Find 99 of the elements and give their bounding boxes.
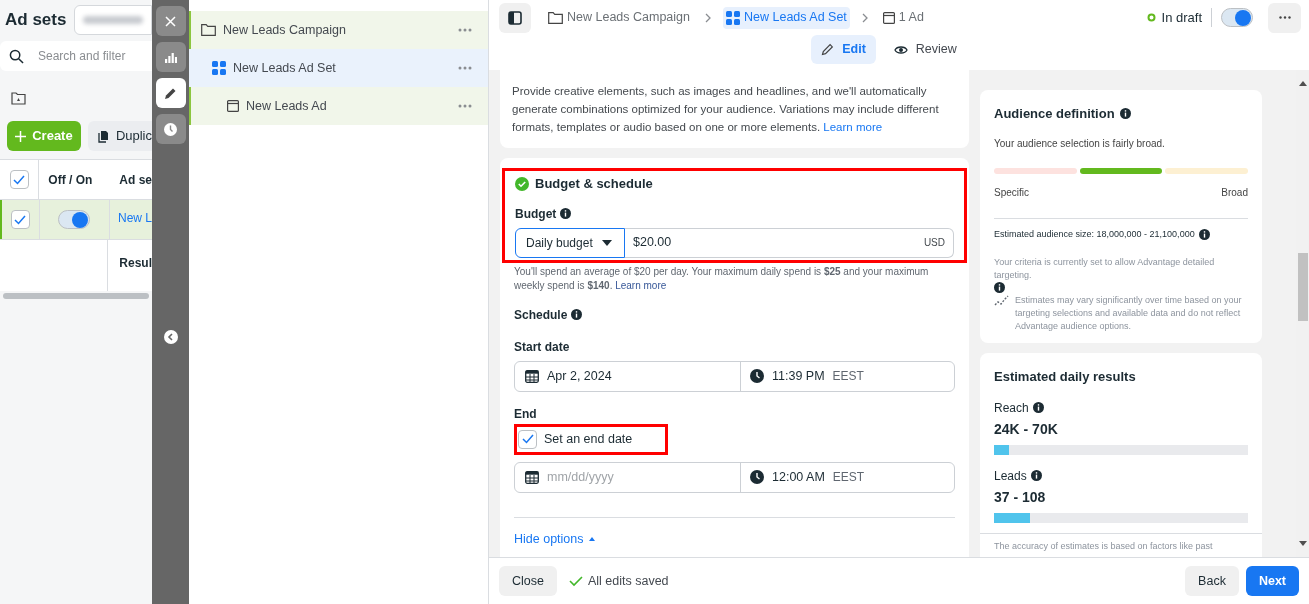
ad-set-link[interactable]: New L bbox=[118, 211, 152, 225]
field-label: Start date bbox=[514, 338, 571, 356]
column-header: Ad se bbox=[119, 171, 152, 189]
card-title: Estimated daily results bbox=[994, 368, 1137, 386]
grid-icon bbox=[212, 61, 226, 75]
toggle-switch[interactable] bbox=[58, 210, 91, 229]
more-icon[interactable] bbox=[458, 28, 472, 32]
metric-label: Reach bbox=[994, 399, 1029, 417]
close-icon bbox=[165, 15, 176, 27]
audience-size: Estimated audience size: 18,000,000 - 21,100,000 bbox=[994, 227, 1195, 241]
trend-icon bbox=[994, 295, 1009, 307]
check-icon bbox=[14, 214, 27, 225]
check-icon bbox=[568, 575, 583, 587]
breadcrumb[interactable]: New Leads Ad Set bbox=[723, 6, 850, 29]
copy-icon bbox=[96, 129, 110, 143]
tree-item[interactable]: New Leads Ad bbox=[189, 87, 488, 125]
column-header: Off / On bbox=[48, 171, 93, 189]
accuracy-note: The accuracy of estimates is based on factors like past bbox=[994, 539, 1214, 553]
ad-icon bbox=[227, 100, 239, 112]
search-field[interactable]: Search and filter bbox=[0, 41, 152, 71]
field-label: End bbox=[514, 405, 538, 423]
checkbox[interactable] bbox=[9, 170, 29, 189]
breadcrumb[interactable]: 1 Ad bbox=[879, 6, 927, 29]
close-button[interactable]: Close bbox=[499, 566, 557, 596]
back-button[interactable]: Back bbox=[1185, 566, 1239, 596]
budget-note: You'll spend an average of $20 per day. Your maximum daily spend is $25 and your maximum weekly spend is $140. Learn more bbox=[514, 264, 930, 293]
scroll-down-icon bbox=[1298, 541, 1307, 546]
budget-type-dropdown[interactable]: Daily budget bbox=[515, 227, 625, 258]
field-label: Budget bbox=[515, 205, 557, 223]
learn-more-link[interactable]: Learn more bbox=[615, 279, 667, 291]
check-icon bbox=[521, 434, 534, 444]
description-text: Provide creative elements, such as images and headlines, and we'll automatically generate combinations optimized for your audience. Variations may include different formats, templates or audio based on one or more elements. Learn more bbox=[512, 84, 940, 135]
hide-options-link[interactable]: Hide options bbox=[514, 529, 595, 549]
info-icon[interactable] bbox=[560, 208, 572, 219]
info-icon[interactable] bbox=[1032, 402, 1044, 413]
more-icon bbox=[1278, 16, 1291, 19]
plus-icon bbox=[15, 130, 27, 142]
duplicate-button[interactable]: Duplic bbox=[87, 121, 152, 151]
next-button[interactable]: Next bbox=[1245, 566, 1299, 596]
collapse-icon[interactable] bbox=[163, 330, 178, 344]
field-label: Schedule bbox=[514, 306, 568, 324]
info-icon[interactable] bbox=[571, 309, 583, 320]
page-title: Ad sets bbox=[5, 9, 67, 32]
info-icon[interactable] bbox=[1030, 470, 1042, 481]
chart-icon bbox=[164, 51, 177, 63]
tree-item[interactable]: New Leads Ad Set bbox=[189, 49, 488, 87]
scale-label: Specific bbox=[994, 185, 1029, 200]
panel-toggle-button[interactable] bbox=[499, 2, 531, 33]
info-icon[interactable] bbox=[1119, 108, 1131, 120]
disclaimer-text: Estimates may vary significantly over time based on your targeting selections and available data and do not reflect Advantage audience options. bbox=[1015, 294, 1243, 333]
scroll-thumb[interactable] bbox=[1297, 253, 1308, 321]
scroll-up-icon bbox=[1298, 81, 1307, 86]
audience-summary: Your audience selection is fairly broad. bbox=[994, 136, 1166, 151]
pencil-icon bbox=[821, 43, 835, 56]
checkbox-label: Set an end date bbox=[544, 430, 633, 448]
scale-label: Broad bbox=[1221, 185, 1248, 200]
toggle-switch[interactable] bbox=[1221, 8, 1253, 27]
budget-amount-field[interactable]: $20.00 USD bbox=[625, 227, 954, 258]
caret-up-icon bbox=[588, 536, 595, 541]
grid-icon bbox=[726, 10, 740, 25]
more-icon[interactable] bbox=[458, 104, 472, 108]
status-text: In draft bbox=[1161, 8, 1202, 27]
ad-icon bbox=[882, 11, 895, 24]
checkbox[interactable] bbox=[10, 210, 30, 229]
folder-icon bbox=[548, 11, 563, 24]
section-title: Budget & schedule bbox=[535, 175, 653, 193]
pencil-icon bbox=[164, 86, 177, 100]
breadcrumb[interactable]: New Leads Campaign bbox=[545, 6, 693, 29]
sidebar-icon bbox=[508, 10, 522, 25]
eye-icon bbox=[893, 44, 908, 55]
info-icon[interactable] bbox=[1198, 228, 1210, 240]
check-icon bbox=[13, 174, 26, 185]
tree-item[interactable]: New Leads Campaign bbox=[189, 11, 488, 49]
folder-icon[interactable] bbox=[11, 91, 26, 105]
learn-more-link[interactable]: Learn more bbox=[823, 121, 883, 133]
criteria-text: Your criteria is currently set to allow Advantage detailed targeting. bbox=[994, 257, 1215, 280]
more-icon[interactable] bbox=[458, 66, 472, 70]
tool-button[interactable] bbox=[155, 6, 186, 36]
info-icon[interactable] bbox=[994, 282, 1005, 293]
folder-icon bbox=[201, 24, 216, 36]
checkbox[interactable] bbox=[518, 429, 537, 449]
tool-button[interactable] bbox=[155, 114, 186, 144]
scrollbar[interactable] bbox=[3, 293, 149, 299]
status-dot bbox=[1146, 13, 1156, 22]
tool-button[interactable] bbox=[155, 78, 186, 108]
results-label: Resul bbox=[119, 256, 152, 270]
metric-value: 24K - 70K bbox=[994, 419, 1059, 439]
card-title: Audience definition bbox=[994, 105, 1115, 123]
clock-icon bbox=[164, 122, 177, 136]
caret-icon bbox=[602, 239, 612, 246]
metric-label: Leads bbox=[994, 467, 1027, 485]
chevron-right-icon bbox=[705, 12, 711, 23]
chevron-right-icon bbox=[861, 12, 868, 23]
metric-value: 37 - 108 bbox=[994, 487, 1047, 507]
mode-tab[interactable]: Edit bbox=[811, 35, 876, 64]
save-status: All edits saved bbox=[587, 572, 669, 590]
search-icon bbox=[9, 48, 24, 64]
tool-button[interactable] bbox=[155, 42, 186, 72]
mode-tab[interactable]: Review bbox=[883, 35, 967, 64]
